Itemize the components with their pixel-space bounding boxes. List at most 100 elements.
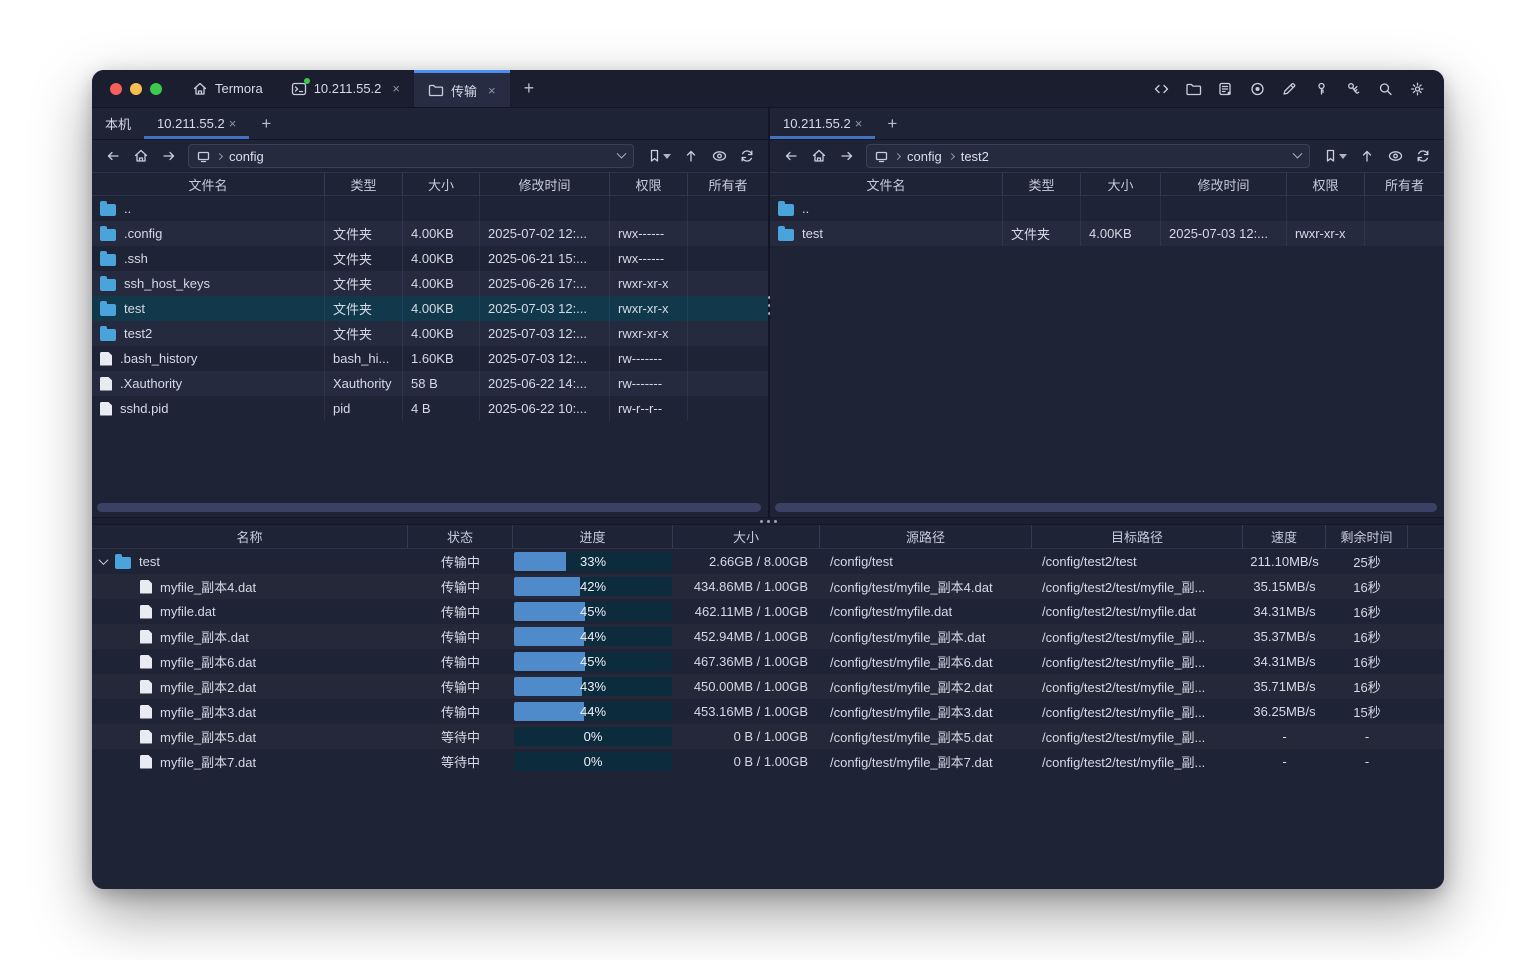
upload-icon[interactable] xyxy=(678,144,704,168)
app-home-tab[interactable]: Termora xyxy=(178,70,277,107)
file-row[interactable]: .ssh 文件夹 4.00KB 2025-06-21 15:... rwx---… xyxy=(92,246,768,271)
transfer-row[interactable]: myfile_副本4.dat 传输中 42% 434.86MB / 1.00GB… xyxy=(92,574,1444,599)
code-icon[interactable] xyxy=(1153,81,1170,97)
close-tab-icon[interactable]: × xyxy=(855,116,863,131)
transfer-row[interactable]: myfile_副本7.dat 等待中 0% 0 B / 1.00GB /conf… xyxy=(92,749,1444,774)
show-hidden-eye-icon[interactable] xyxy=(706,144,732,168)
minimize-window-button[interactable] xyxy=(130,83,142,95)
file-row[interactable]: .. xyxy=(92,196,768,221)
close-tab-icon[interactable]: × xyxy=(488,83,496,98)
progress-bar: 45% xyxy=(514,602,672,621)
file-row[interactable]: .bash_history bash_hi... 1.60KB 2025-07-… xyxy=(92,346,768,371)
column-header[interactable]: 名称 xyxy=(92,525,408,548)
search-icon[interactable] xyxy=(1377,81,1394,97)
transfer-row[interactable]: myfile.dat 传输中 45% 462.11MB / 1.00GB /co… xyxy=(92,599,1444,624)
close-window-button[interactable] xyxy=(110,83,122,95)
refresh-icon[interactable] xyxy=(734,144,760,168)
transfer-row[interactable]: myfile_副本.dat 传输中 44% 452.94MB / 1.00GB … xyxy=(92,624,1444,649)
column-header[interactable]: 速度 xyxy=(1243,525,1326,548)
folder-icon[interactable] xyxy=(1185,81,1202,97)
tab-local[interactable]: 本机 xyxy=(92,108,144,139)
home-icon[interactable] xyxy=(128,144,154,168)
new-tab-button[interactable]: + xyxy=(510,70,549,107)
column-header[interactable]: 权限 xyxy=(1287,173,1365,195)
file-row[interactable]: .. xyxy=(770,196,1444,221)
column-header[interactable]: 目标路径 xyxy=(1032,525,1243,548)
file-type-icon xyxy=(778,204,794,216)
column-header[interactable]: 文件名 xyxy=(92,173,325,195)
column-header[interactable]: 类型 xyxy=(1003,173,1081,195)
breadcrumb-segment[interactable]: config xyxy=(229,149,264,164)
tab-session[interactable]: 10.211.55.2 × xyxy=(277,70,414,107)
settings-gear-icon[interactable] xyxy=(1409,81,1426,97)
breadcrumb-segment[interactable]: test2 xyxy=(961,149,989,164)
bookmark-icon[interactable] xyxy=(642,144,676,168)
column-header[interactable]: 文件名 xyxy=(770,173,1003,195)
bookmark-icon[interactable] xyxy=(1318,144,1352,168)
close-tab-icon[interactable]: × xyxy=(392,81,400,96)
forward-icon[interactable] xyxy=(834,144,860,168)
file-row[interactable]: .Xauthority Xauthority 58 B 2025-06-22 1… xyxy=(92,371,768,396)
back-icon[interactable] xyxy=(778,144,804,168)
column-header[interactable]: 所有者 xyxy=(688,173,768,195)
transfer-speed: 35.71MB/s xyxy=(1243,674,1326,699)
horizontal-scrollbar[interactable] xyxy=(775,503,1437,512)
pencil-icon[interactable] xyxy=(1281,81,1298,97)
close-tab-icon[interactable]: × xyxy=(229,116,237,131)
column-header[interactable]: 大小 xyxy=(403,173,480,195)
upload-icon[interactable] xyxy=(1354,144,1380,168)
file-row[interactable]: .config 文件夹 4.00KB 2025-07-02 12:... rwx… xyxy=(92,221,768,246)
horizontal-scrollbar[interactable] xyxy=(97,503,761,512)
home-icon[interactable] xyxy=(806,144,832,168)
right-breadcrumb[interactable]: config test2 xyxy=(866,144,1310,168)
left-breadcrumb[interactable]: config xyxy=(188,144,634,168)
column-header[interactable]: 修改时间 xyxy=(480,173,610,195)
key-icon[interactable] xyxy=(1313,81,1330,97)
forward-icon[interactable] xyxy=(156,144,182,168)
transfer-status: 等待中 xyxy=(408,724,513,749)
tab-label: 10.211.55.2 xyxy=(157,116,225,131)
column-header[interactable]: 源路径 xyxy=(820,525,1032,548)
file-row[interactable]: ssh_host_keys 文件夹 4.00KB 2025-06-26 17:.… xyxy=(92,271,768,296)
transfer-row[interactable]: test 传输中 33% 2.66GB / 8.00GB /config/tes… xyxy=(92,549,1444,574)
new-session-tab-button[interactable]: + xyxy=(875,108,909,139)
transfer-item-name: myfile.dat xyxy=(160,604,216,619)
file-row[interactable]: test2 文件夹 4.00KB 2025-07-03 12:... rwxr-… xyxy=(92,321,768,346)
breadcrumb-segment[interactable]: config xyxy=(907,149,942,164)
tab-transfer[interactable]: 传输 × xyxy=(414,70,510,107)
refresh-icon[interactable] xyxy=(1410,144,1436,168)
file-type-icon xyxy=(100,402,112,416)
column-header[interactable]: 类型 xyxy=(325,173,403,195)
transfer-size: 453.16MB / 1.00GB xyxy=(673,699,820,724)
transfer-speed: 34.31MB/s xyxy=(1243,599,1326,624)
column-header[interactable]: 所有者 xyxy=(1365,173,1444,195)
chevron-down-icon[interactable] xyxy=(1293,148,1303,158)
chevron-down-icon[interactable] xyxy=(617,148,627,158)
transfer-row[interactable]: myfile_副本5.dat 等待中 0% 0 B / 1.00GB /conf… xyxy=(92,724,1444,749)
column-header[interactable]: 大小 xyxy=(1081,173,1161,195)
record-icon[interactable] xyxy=(1249,81,1266,97)
keychain-icon[interactable] xyxy=(1345,81,1362,97)
file-row[interactable]: sshd.pid pid 4 B 2025-06-22 10:... rw-r-… xyxy=(92,396,768,421)
transfer-row[interactable]: myfile_副本3.dat 传输中 44% 453.16MB / 1.00GB… xyxy=(92,699,1444,724)
notes-icon[interactable] xyxy=(1217,81,1234,97)
tab-remote-session[interactable]: 10.211.55.2 × xyxy=(144,108,249,139)
back-icon[interactable] xyxy=(100,144,126,168)
new-session-tab-button[interactable]: + xyxy=(249,108,283,139)
tab-remote-session[interactable]: 10.211.55.2 × xyxy=(770,108,875,139)
zoom-window-button[interactable] xyxy=(150,83,162,95)
bookmark-dropdown-caret xyxy=(1339,154,1347,159)
file-row[interactable]: test 文件夹 4.00KB 2025-07-03 12:... rwxr-x… xyxy=(92,296,768,321)
expand-chevron-icon[interactable] xyxy=(99,555,109,565)
column-header[interactable]: 剩余时间 xyxy=(1326,525,1408,548)
column-header[interactable]: 大小 xyxy=(673,525,820,548)
column-header[interactable]: 权限 xyxy=(610,173,688,195)
column-header[interactable]: 修改时间 xyxy=(1161,173,1287,195)
transfer-splitter[interactable] xyxy=(92,517,1444,525)
column-header[interactable]: 进度 xyxy=(513,525,673,548)
show-hidden-eye-icon[interactable] xyxy=(1382,144,1408,168)
transfer-row[interactable]: myfile_副本2.dat 传输中 43% 450.00MB / 1.00GB… xyxy=(92,674,1444,699)
column-header[interactable]: 状态 xyxy=(408,525,513,548)
transfer-row[interactable]: myfile_副本6.dat 传输中 45% 467.36MB / 1.00GB… xyxy=(92,649,1444,674)
file-row[interactable]: test 文件夹 4.00KB 2025-07-03 12:... rwxr-x… xyxy=(770,221,1444,246)
